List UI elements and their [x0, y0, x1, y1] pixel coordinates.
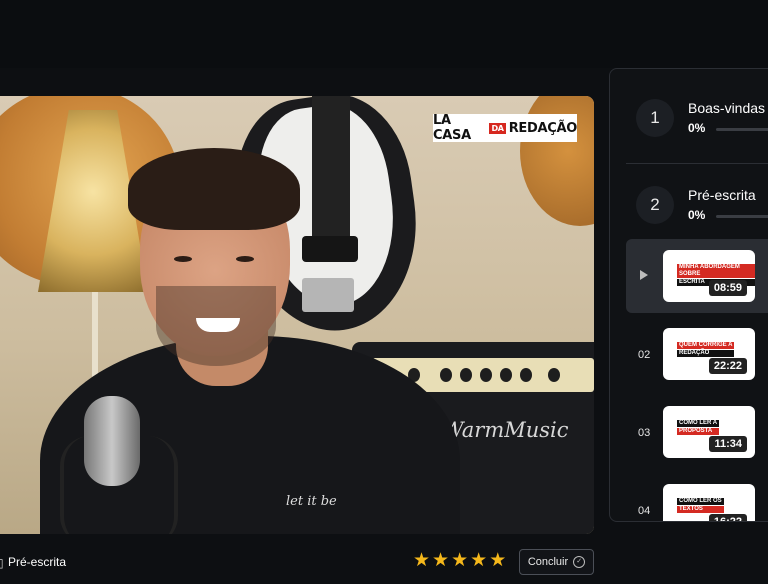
- complete-button-label: Concluir: [527, 556, 569, 568]
- logo-text-3: REDAÇÃO: [508, 120, 578, 136]
- lesson-thumbnail: COMO LER A PROPOSTA 11:34: [663, 406, 755, 458]
- lesson-thumbnail: COMO LER OS TEXTOS 16:22: [663, 484, 755, 521]
- divider: [626, 163, 768, 164]
- amp-knob: [500, 368, 512, 382]
- microphone: [84, 396, 140, 486]
- thumbnail-line: TEXTOS: [677, 506, 724, 513]
- amp-knob: [460, 368, 472, 382]
- video-player[interactable]: WarmMusic let it be LA CASA DA REDAÇÃO: [0, 96, 594, 534]
- logo-text-1: LA CASA: [433, 113, 471, 143]
- lesson-number: 04: [638, 505, 651, 517]
- presenter-eye: [236, 256, 254, 262]
- star-icon[interactable]: ★: [451, 551, 468, 570]
- amp-knob: [480, 368, 492, 382]
- module-progress-label: 0%: [688, 208, 706, 222]
- thumbnail-line: COMO LER OS: [677, 498, 724, 505]
- amp-knob: [548, 368, 560, 382]
- module-title: Boas-vindas: [688, 100, 766, 116]
- thumbnail-line: MINHA ABORDAGEM SOBRE: [677, 264, 755, 278]
- lesson-item[interactable]: MINHA ABORDAGEM SOBRE ESCRITA 08:59: [626, 239, 768, 313]
- lesson-thumbnail: QUEM CORRIGE A REDAÇÃO 22:22: [663, 328, 755, 380]
- module-progress-bar: [716, 215, 768, 218]
- complete-button[interactable]: Concluir ✓: [519, 549, 594, 575]
- lesson-number: 02: [638, 349, 651, 361]
- lesson-duration: 08:59: [708, 280, 747, 296]
- shirt-text: let it be: [286, 494, 337, 509]
- presenter-hair: [128, 148, 300, 230]
- star-icon[interactable]: ★: [413, 551, 430, 570]
- book-icon: ▯: [0, 556, 4, 570]
- presenter-eye: [174, 256, 192, 262]
- lesson-item[interactable]: 03 COMO LER A PROPOSTA 11:34: [626, 395, 768, 469]
- amp-knob: [440, 368, 452, 382]
- lesson-item[interactable]: 04 COMO LER OS TEXTOS 16:22: [626, 473, 768, 521]
- rating-stars[interactable]: ★ ★ ★ ★ ★: [413, 551, 506, 570]
- top-bar: [0, 0, 768, 68]
- module-number: 2: [636, 186, 674, 224]
- module-progress-label: 0%: [688, 121, 706, 135]
- module-item[interactable]: 1 Boas-vindas 0%: [610, 97, 768, 177]
- star-icon[interactable]: ★: [432, 551, 449, 570]
- thumbnail-line: COMO LER A: [677, 420, 720, 427]
- module-progress-bar: [716, 128, 768, 131]
- star-icon[interactable]: ★: [489, 551, 506, 570]
- thumbnail-title: QUEM CORRIGE A REDAÇÃO: [677, 342, 735, 358]
- channel-logo: LA CASA DA REDAÇÃO: [433, 113, 578, 143]
- lesson-item[interactable]: 02 QUEM CORRIGE A REDAÇÃO 22:22: [626, 317, 768, 391]
- thumbnail-line: PROPOSTA: [677, 428, 720, 435]
- thumbnail-title: COMO LER OS TEXTOS: [677, 498, 724, 514]
- star-icon[interactable]: ★: [470, 551, 487, 570]
- amp-brand: WarmMusic: [442, 418, 569, 442]
- breadcrumb: Pré-escrita: [8, 555, 67, 569]
- thumbnail-title: COMO LER A PROPOSTA: [677, 420, 720, 436]
- module-number: 1: [636, 99, 674, 137]
- lesson-duration: 11:34: [709, 436, 747, 452]
- lesson-thumbnail: MINHA ABORDAGEM SOBRE ESCRITA 08:59: [663, 250, 755, 302]
- bass-guitar-neck: [312, 96, 350, 246]
- module-title: Pré-escrita: [688, 187, 756, 203]
- bass-bridge: [302, 278, 354, 312]
- bass-pickup: [302, 236, 358, 262]
- lesson-duration: 16:22: [708, 514, 747, 521]
- lesson-duration: 22:22: [708, 358, 747, 374]
- thumbnail-line: REDAÇÃO: [677, 350, 735, 357]
- play-icon: [640, 270, 648, 280]
- lesson-footer: [0, 540, 768, 584]
- course-sidebar: 1 Boas-vindas 0% 2 Pré-escrita 0% MINHA …: [609, 68, 768, 522]
- logo-text-2: DA: [489, 122, 506, 134]
- check-circle-icon: ✓: [573, 556, 586, 568]
- thumbnail-line: QUEM CORRIGE A: [677, 342, 735, 349]
- lesson-number: 03: [638, 427, 651, 439]
- amp-knob: [520, 368, 532, 382]
